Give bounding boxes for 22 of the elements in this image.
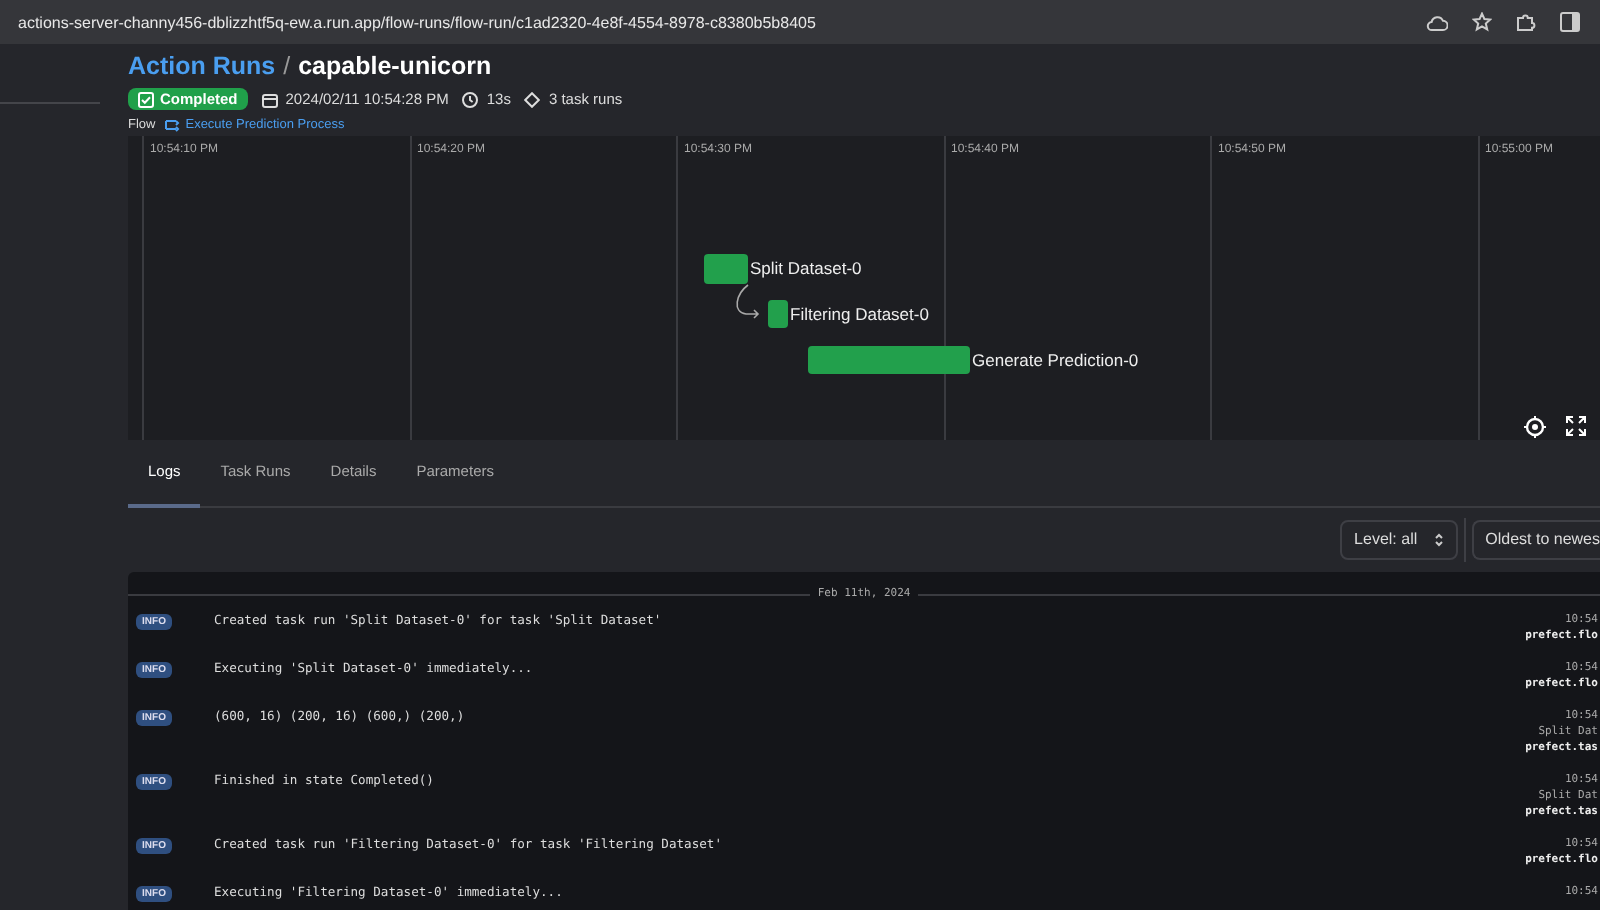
calendar-icon [261, 91, 278, 107]
star-icon[interactable] [1472, 12, 1492, 32]
task-bar[interactable] [808, 345, 970, 374]
task-bar[interactable] [768, 299, 788, 328]
task-bar[interactable] [704, 253, 748, 284]
cloud-icon[interactable] [1426, 13, 1448, 31]
target-icon[interactable] [1524, 415, 1546, 438]
task-label: Generate Prediction-0 [972, 347, 1139, 372]
page-title: capable-unicorn [298, 52, 492, 80]
puzzle-icon[interactable] [1516, 12, 1536, 32]
task-label: Split Dataset-0 [750, 256, 862, 281]
fullscreen-icon[interactable] [1566, 415, 1586, 436]
clock-icon [462, 91, 479, 107]
updown-caret-icon [1433, 531, 1444, 548]
sort-select[interactable]: Oldest to newes [1471, 519, 1600, 560]
level-select[interactable]: Level: all [1340, 519, 1458, 560]
sidebar-icon[interactable] [1560, 12, 1580, 32]
diamond-icon [524, 91, 541, 107]
breadcrumb-link[interactable]: Action Runs [128, 52, 276, 80]
breadcrumb-separator: / [283, 52, 291, 80]
flow-icon [163, 118, 180, 132]
task-label: Filtering Dataset-0 [790, 301, 929, 326]
